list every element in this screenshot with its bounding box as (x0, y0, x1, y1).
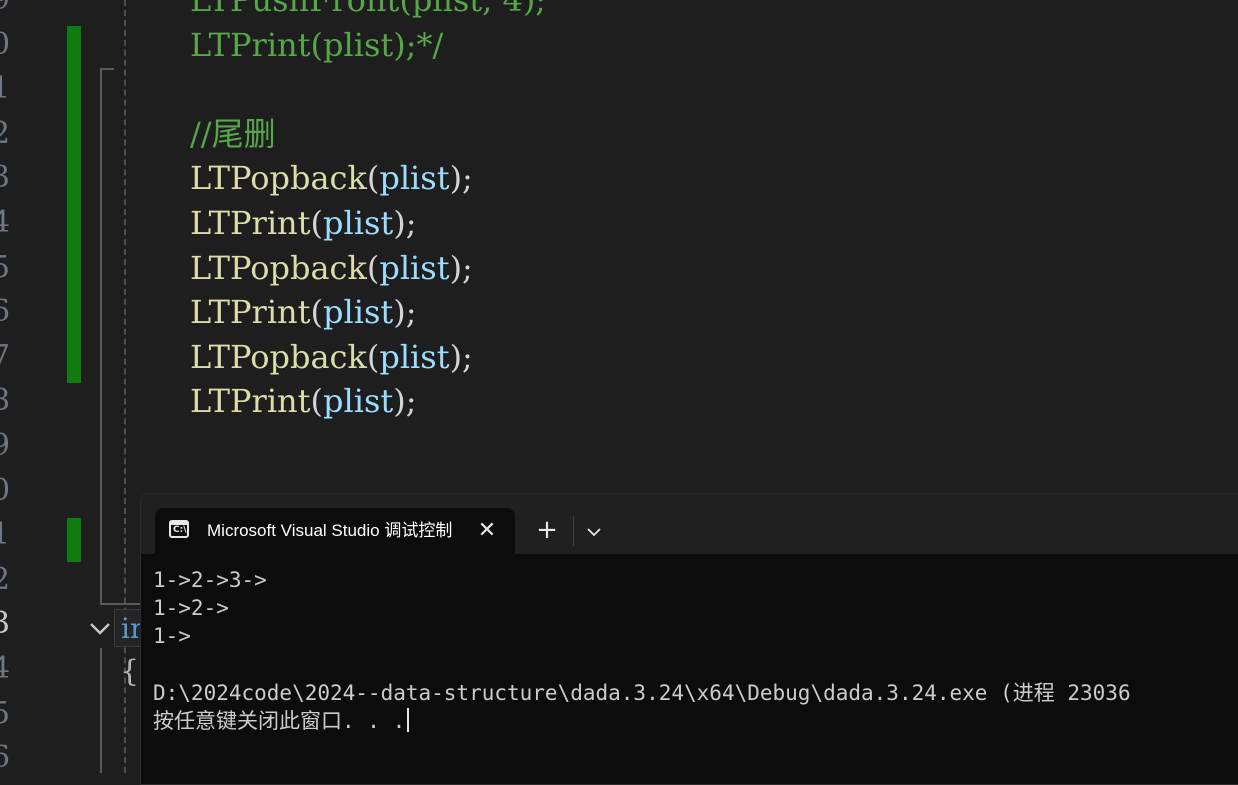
terminal-line-text: 1->2->3-> (153, 568, 267, 592)
chevron-down-icon[interactable] (581, 518, 607, 546)
code-token: ); (449, 159, 473, 198)
terminal-line-text: 按任意键关闭此窗口. . . (153, 709, 406, 733)
code-token: LTPrint (190, 204, 311, 242)
line-number: 4 (0, 651, 11, 686)
tab-title: Microsoft Visual Studio 调试控制台 (207, 521, 453, 540)
code-token: LTPrint(plist);*/ (190, 25, 444, 64)
code-token: LTPrint (190, 382, 311, 421)
line-number: 3 (0, 606, 11, 642)
line-number: 2 (0, 115, 11, 151)
terminal-line: 1-> (153, 622, 1238, 650)
code-token: plist (379, 159, 450, 198)
terminal-line-text: 1->2-> (153, 596, 229, 621)
code-token: ); (449, 248, 473, 287)
code-line: LTPopback(plist); (190, 156, 473, 201)
terminal-line: 1->2->3-> (153, 566, 1238, 594)
code-token: LTPopback (190, 248, 367, 287)
collapse-chevron-icon[interactable] (88, 618, 112, 640)
code-token: ); (393, 382, 417, 421)
terminal-line-text: D:\2024code\2024--data-structure\dada.3.… (153, 680, 1131, 705)
code-line: LTPrint(plist); (190, 379, 417, 424)
scope-guide-vertical (100, 68, 102, 605)
terminal-output[interactable]: 1->2->3-> 1->2-> 1-> D:\2024code\2024--data… (153, 566, 1238, 735)
code-token: ( (310, 382, 323, 421)
scope-guide-horizontal (100, 68, 114, 70)
code-token: plist (379, 337, 450, 376)
line-number: 0 (0, 472, 11, 508)
close-tab-icon[interactable]: ✕ (473, 517, 501, 545)
scope-guide-vertical (100, 648, 102, 773)
code-line: LTPushFront(plist, 4); (190, 0, 546, 23)
code-token: LTPushFront(plist, 4); (190, 0, 547, 19)
code-line: LTPopback(plist); (190, 335, 473, 380)
line-number: 0 (0, 26, 11, 62)
code-token: LTPopback (190, 337, 367, 376)
scope-guide-horizontal (100, 603, 140, 605)
code-token: plist (323, 382, 394, 421)
line-number: 8 (0, 383, 11, 419)
line-number: 1 (0, 71, 11, 107)
code-token: plist (323, 204, 394, 242)
console-icon-text: C:\ (173, 525, 187, 535)
terminal-line: 1->2-> (153, 594, 1238, 622)
code-token: ); (393, 293, 417, 332)
code-token: ); (393, 204, 417, 242)
code-token: ( (366, 159, 380, 198)
line-number: 6 (0, 294, 11, 330)
code-keyword-partial: in (114, 609, 142, 647)
terminal-line: 按任意键关闭此窗口. . . (153, 707, 1238, 735)
code-token: LTPrint (190, 293, 311, 332)
terminal-tab[interactable]: C:\ Microsoft Visual Studio 调试控制台 ✕ (155, 508, 515, 554)
line-number: 5 (0, 695, 11, 731)
debug-console-window[interactable]: C:\ Microsoft Visual Studio 调试控制台 ✕ + 1-… (140, 493, 1238, 785)
line-number: 4 (0, 205, 11, 240)
line-number: 6 (0, 740, 11, 773)
line-number: 9 (0, 0, 13, 23)
terminal-tab-bar: C:\ Microsoft Visual Studio 调试控制台 ✕ + (141, 494, 1238, 554)
line-number: 7 (0, 338, 11, 374)
code-token: ( (310, 293, 323, 332)
code-token: plist (379, 248, 450, 287)
change-marker (67, 518, 81, 562)
code-token: ( (310, 204, 323, 242)
change-marker (67, 26, 81, 383)
console-icon: C:\ (169, 520, 189, 538)
terminal-line: D:\2024code\2024--data-structure\dada.3.… (153, 679, 1238, 707)
code-line: LTPopback(plist); (190, 246, 473, 291)
line-number: 2 (0, 561, 11, 597)
line-number: 3 (0, 160, 11, 196)
code-line: //尾删 (190, 112, 276, 157)
code-line: LTPrint(plist);*/ (190, 23, 443, 68)
code-token: ( (366, 337, 380, 376)
open-brace: { (120, 654, 140, 689)
text-cursor (407, 708, 410, 732)
code-token: //尾删 (190, 114, 276, 153)
line-number: 1 (0, 517, 11, 553)
code-token: LTPopback (190, 159, 367, 198)
code-token: ); (449, 337, 473, 376)
code-token: ( (366, 248, 380, 287)
line-number: 5 (0, 249, 11, 285)
code-line: LTPrint(plist); (190, 290, 417, 335)
new-tab-icon[interactable]: + (533, 517, 561, 546)
code-token: plist (323, 293, 394, 332)
line-number: 9 (0, 428, 11, 463)
terminal-line-text: 1-> (153, 624, 191, 649)
tab-separator (573, 516, 574, 546)
code-line: LTPrint(plist); (190, 201, 417, 246)
